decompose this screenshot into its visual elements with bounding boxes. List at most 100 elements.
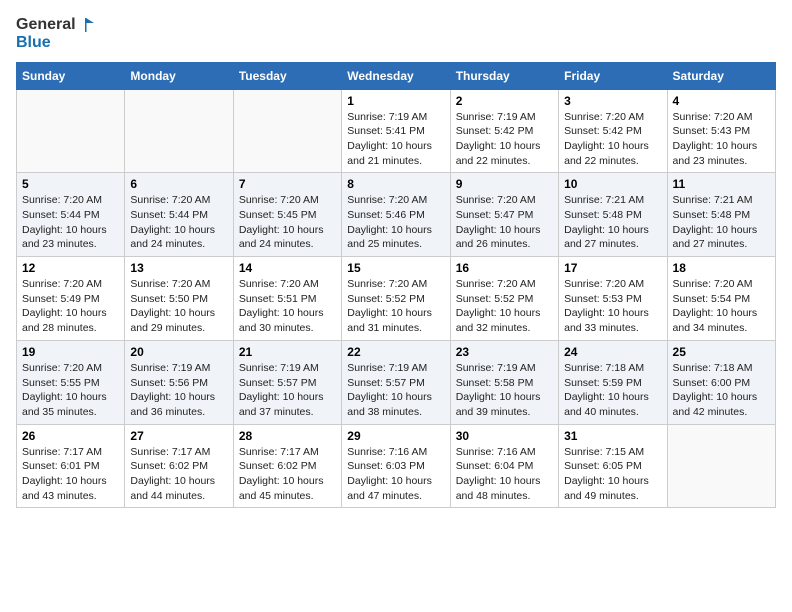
day-number: 20 [130,345,227,359]
day-info: Sunrise: 7:20 AM Sunset: 5:42 PM Dayligh… [564,110,661,169]
day-info: Sunrise: 7:20 AM Sunset: 5:52 PM Dayligh… [456,277,553,336]
day-number: 3 [564,94,661,108]
weekday-header: Saturday [667,62,775,89]
calendar-cell: 21 Sunrise: 7:19 AM Sunset: 5:57 PM Dayli… [233,340,341,424]
day-number: 4 [673,94,770,108]
calendar-cell: 25 Sunrise: 7:18 AM Sunset: 6:00 PM Dayli… [667,340,775,424]
day-number: 27 [130,429,227,443]
day-info: Sunrise: 7:20 AM Sunset: 5:43 PM Dayligh… [673,110,770,169]
calendar-cell: 15 Sunrise: 7:20 AM Sunset: 5:52 PM Dayli… [342,257,450,341]
calendar-cell: 24 Sunrise: 7:18 AM Sunset: 5:59 PM Dayli… [559,340,667,424]
day-info: Sunrise: 7:20 AM Sunset: 5:52 PM Dayligh… [347,277,444,336]
day-number: 11 [673,177,770,191]
logo: General Blue [16,16,96,52]
calendar-cell: 7 Sunrise: 7:20 AM Sunset: 5:45 PM Daylig… [233,173,341,257]
day-number: 28 [239,429,336,443]
calendar-cell: 12 Sunrise: 7:20 AM Sunset: 5:49 PM Dayli… [17,257,125,341]
calendar-cell: 20 Sunrise: 7:19 AM Sunset: 5:56 PM Dayli… [125,340,233,424]
day-number: 21 [239,345,336,359]
calendar-cell [17,89,125,173]
day-number: 6 [130,177,227,191]
calendar-week-row: 19Sunrise: 7:20 AM Sunset: 5:55 PM Dayli… [17,340,776,424]
day-info: Sunrise: 7:18 AM Sunset: 5:59 PM Dayligh… [564,361,661,420]
calendar-cell: 10 Sunrise: 7:21 AM Sunset: 5:48 PM Dayli… [559,173,667,257]
logo-flag-icon [78,16,96,34]
day-info: Sunrise: 7:21 AM Sunset: 5:48 PM Dayligh… [673,193,770,252]
day-number: 22 [347,345,444,359]
day-number: 10 [564,177,661,191]
day-info: Sunrise: 7:21 AM Sunset: 5:48 PM Dayligh… [564,193,661,252]
day-info: Sunrise: 7:20 AM Sunset: 5:47 PM Dayligh… [456,193,553,252]
calendar-cell: 14 Sunrise: 7:20 AM Sunset: 5:51 PM Dayli… [233,257,341,341]
calendar-week-row: 1 Sunrise: 7:19 AM Sunset: 5:41 PM Daylig… [17,89,776,173]
calendar-cell: 3 Sunrise: 7:20 AM Sunset: 5:42 PM Daylig… [559,89,667,173]
day-number: 1 [347,94,444,108]
day-number: 23 [456,345,553,359]
calendar-cell [125,89,233,173]
day-number: 30 [456,429,553,443]
day-number: 18 [673,261,770,275]
day-number: 12 [22,261,119,275]
calendar-cell: 2 Sunrise: 7:19 AM Sunset: 5:42 PM Daylig… [450,89,558,173]
day-info: Sunrise: 7:17 AM Sunset: 6:02 PM Dayligh… [239,445,336,504]
day-info: Sunrise: 7:20 AM Sunset: 5:50 PM Dayligh… [130,277,227,336]
day-number: 24 [564,345,661,359]
day-info: Sunrise: 7:20 AM Sunset: 5:44 PM Dayligh… [130,193,227,252]
weekday-header: Wednesday [342,62,450,89]
calendar-cell: 11 Sunrise: 7:21 AM Sunset: 5:48 PM Dayli… [667,173,775,257]
calendar-cell: 23Sunrise: 7:19 AM Sunset: 5:58 PM Dayli… [450,340,558,424]
day-info: Sunrise: 7:19 AM Sunset: 5:57 PM Dayligh… [239,361,336,420]
day-number: 15 [347,261,444,275]
day-number: 9 [456,177,553,191]
day-info: Sunrise: 7:20 AM Sunset: 5:53 PM Dayligh… [564,277,661,336]
calendar-cell: 6 Sunrise: 7:20 AM Sunset: 5:44 PM Daylig… [125,173,233,257]
day-number: 16 [456,261,553,275]
day-info: Sunrise: 7:17 AM Sunset: 6:02 PM Dayligh… [130,445,227,504]
day-info: Sunrise: 7:19 AM Sunset: 5:57 PM Dayligh… [347,361,444,420]
day-info: Sunrise: 7:16 AM Sunset: 6:03 PM Dayligh… [347,445,444,504]
calendar-cell: 22 Sunrise: 7:19 AM Sunset: 5:57 PM Dayli… [342,340,450,424]
calendar-cell: 27 Sunrise: 7:17 AM Sunset: 6:02 PM Dayli… [125,424,233,508]
day-number: 8 [347,177,444,191]
calendar-cell [233,89,341,173]
calendar-cell: 16 Sunrise: 7:20 AM Sunset: 5:52 PM Dayli… [450,257,558,341]
day-number: 2 [456,94,553,108]
day-number: 29 [347,429,444,443]
day-number: 13 [130,261,227,275]
calendar-cell: 17Sunrise: 7:20 AM Sunset: 5:53 PM Dayli… [559,257,667,341]
day-info: Sunrise: 7:20 AM Sunset: 5:51 PM Dayligh… [239,277,336,336]
day-number: 7 [239,177,336,191]
day-info: Sunrise: 7:20 AM Sunset: 5:46 PM Dayligh… [347,193,444,252]
day-info: Sunrise: 7:19 AM Sunset: 5:56 PM Dayligh… [130,361,227,420]
day-info: Sunrise: 7:20 AM Sunset: 5:45 PM Dayligh… [239,193,336,252]
weekday-header: Tuesday [233,62,341,89]
day-info: Sunrise: 7:20 AM Sunset: 5:55 PM Dayligh… [22,361,119,420]
weekday-header: Sunday [17,62,125,89]
day-info: Sunrise: 7:20 AM Sunset: 5:49 PM Dayligh… [22,277,119,336]
calendar-week-row: 5Sunrise: 7:20 AM Sunset: 5:44 PM Daylig… [17,173,776,257]
calendar-table: SundayMondayTuesdayWednesdayThursdayFrid… [16,62,776,509]
calendar-cell: 29 Sunrise: 7:16 AM Sunset: 6:03 PM Dayli… [342,424,450,508]
day-number: 26 [22,429,119,443]
calendar-header-row: SundayMondayTuesdayWednesdayThursdayFrid… [17,62,776,89]
calendar-cell: 1 Sunrise: 7:19 AM Sunset: 5:41 PM Daylig… [342,89,450,173]
day-number: 25 [673,345,770,359]
day-info: Sunrise: 7:18 AM Sunset: 6:00 PM Dayligh… [673,361,770,420]
weekday-header: Thursday [450,62,558,89]
day-info: Sunrise: 7:19 AM Sunset: 5:41 PM Dayligh… [347,110,444,169]
day-info: Sunrise: 7:20 AM Sunset: 5:54 PM Dayligh… [673,277,770,336]
day-info: Sunrise: 7:19 AM Sunset: 5:42 PM Dayligh… [456,110,553,169]
calendar-cell: 19Sunrise: 7:20 AM Sunset: 5:55 PM Dayli… [17,340,125,424]
calendar-week-row: 12 Sunrise: 7:20 AM Sunset: 5:49 PM Dayli… [17,257,776,341]
calendar-cell: 4 Sunrise: 7:20 AM Sunset: 5:43 PM Daylig… [667,89,775,173]
logo-blue: Blue [16,34,51,52]
day-number: 14 [239,261,336,275]
day-info: Sunrise: 7:17 AM Sunset: 6:01 PM Dayligh… [22,445,119,504]
page-header: General Blue [16,16,776,52]
calendar-cell: 31 Sunrise: 7:15 AM Sunset: 6:05 PM Dayli… [559,424,667,508]
day-info: Sunrise: 7:15 AM Sunset: 6:05 PM Dayligh… [564,445,661,504]
calendar-cell: 8 Sunrise: 7:20 AM Sunset: 5:46 PM Daylig… [342,173,450,257]
day-number: 31 [564,429,661,443]
logo-wordmark: General Blue [16,16,96,52]
day-info: Sunrise: 7:16 AM Sunset: 6:04 PM Dayligh… [456,445,553,504]
